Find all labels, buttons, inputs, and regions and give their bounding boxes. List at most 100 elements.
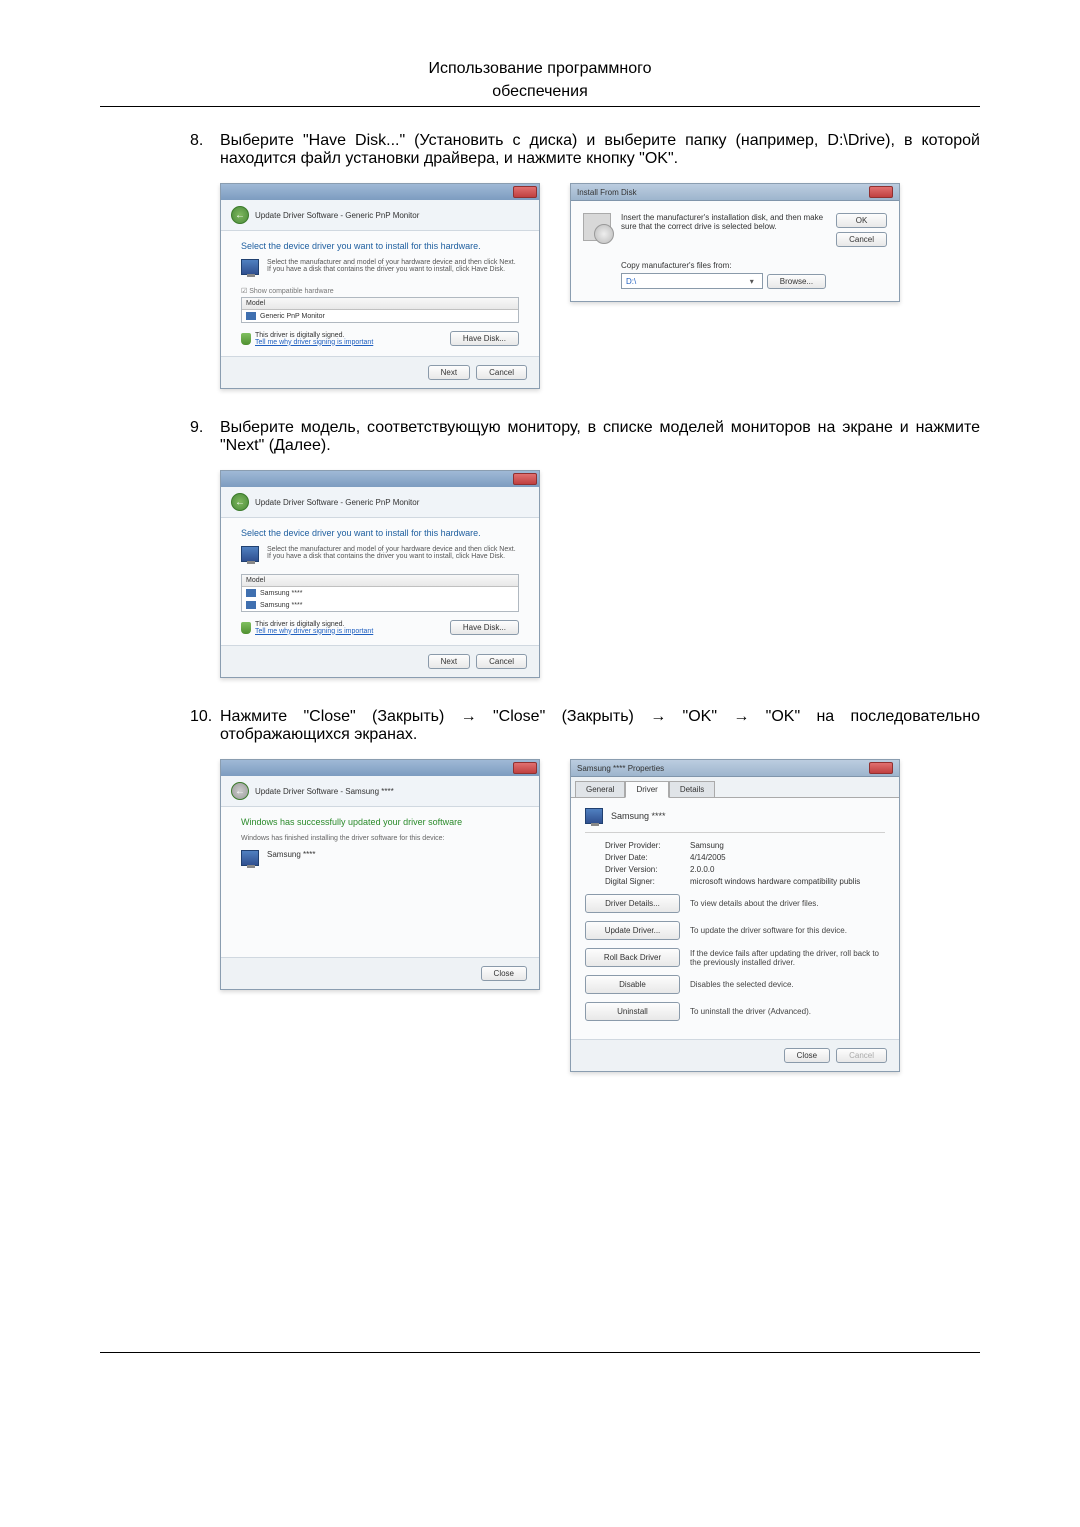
monitor-icon [241, 850, 259, 866]
breadcrumb-bar: ← Update Driver Software - Generic PnP M… [221, 200, 539, 231]
next-button[interactable]: Next [428, 654, 470, 669]
footer-divider [100, 1352, 980, 1353]
install-message: Insert the manufacturer's installation d… [621, 213, 826, 231]
ok-button[interactable]: OK [836, 213, 887, 228]
breadcrumb-bar: ← Update Driver Software - Samsung **** [221, 776, 539, 807]
step-number: 10. [190, 708, 220, 744]
success-heading: Windows has successfully updated your dr… [241, 817, 519, 827]
step-number: 8. [190, 132, 220, 168]
details-desc: To view details about the driver files. [690, 899, 885, 908]
signing-link[interactable]: Tell me why driver signing is important [255, 339, 373, 346]
device-name: Samsung **** [267, 850, 315, 866]
close-icon[interactable] [513, 762, 537, 774]
breadcrumb-bar: ← Update Driver Software - Generic PnP M… [221, 487, 539, 518]
page-title-1: Использование программного [100, 60, 980, 78]
provider-label: Driver Provider: [605, 841, 690, 850]
close-icon[interactable] [869, 762, 893, 774]
copy-label: Copy manufacturer's files from: [621, 261, 826, 270]
back-button[interactable]: ← [231, 493, 249, 511]
have-disk-button[interactable]: Have Disk... [450, 331, 519, 346]
cancel-button[interactable]: Cancel [476, 365, 527, 380]
titlebar [221, 471, 539, 487]
success-sub: Windows has finished installing the driv… [241, 835, 519, 842]
success-dialog: ← Update Driver Software - Samsung **** … [220, 759, 540, 990]
model-list[interactable]: Model Generic PnP Monitor [241, 297, 519, 323]
install-from-disk-dialog: Install From Disk Insert the manufacture… [570, 183, 900, 302]
model-list[interactable]: Model Samsung **** Samsung **** [241, 574, 519, 612]
chevron-down-icon[interactable]: ▾ [746, 277, 758, 286]
list-item[interactable]: Samsung **** [242, 587, 518, 599]
signer-value: microsoft windows hardware compatibility… [690, 877, 860, 886]
properties-dialog: Samsung **** Properties General Driver D… [570, 759, 900, 1072]
model-header: Model [242, 298, 518, 310]
breadcrumb-text: Update Driver Software - Generic PnP Mon… [255, 498, 419, 507]
version-label: Driver Version: [605, 865, 690, 874]
model-header: Model [242, 575, 518, 587]
model-select-dialog: ← Update Driver Software - Generic PnP M… [220, 470, 540, 678]
close-icon[interactable] [513, 473, 537, 485]
page-title-2: обеспечения [100, 83, 980, 101]
rollback-button[interactable]: Roll Back Driver [585, 948, 680, 967]
step-8: 8. Выберите "Have Disk..." (Установить с… [100, 132, 980, 168]
uninstall-button[interactable]: Uninstall [585, 1002, 680, 1021]
next-button[interactable]: Next [428, 365, 470, 380]
tab-driver[interactable]: Driver [625, 781, 668, 798]
step-text: Выберите "Have Disk..." (Установить с ди… [220, 132, 980, 168]
tab-details[interactable]: Details [669, 781, 715, 797]
cancel-button: Cancel [836, 1048, 887, 1063]
close-icon[interactable] [869, 186, 893, 198]
uninstall-desc: To uninstall the driver (Advanced). [690, 1007, 885, 1016]
version-value: 2.0.0.0 [690, 865, 714, 874]
list-item[interactable]: Generic PnP Monitor [242, 310, 518, 322]
back-button: ← [231, 782, 249, 800]
compat-checkbox[interactable]: ☑ Show compatible hardware [241, 287, 519, 295]
signed-text: This driver is digitally signed. [255, 621, 373, 628]
dialog-heading: Select the device driver you want to ins… [241, 241, 519, 251]
date-label: Driver Date: [605, 853, 690, 862]
signer-label: Digital Signer: [605, 877, 690, 886]
device-name: Samsung **** [611, 811, 666, 821]
step-text: Выберите модель, соответствующую монитор… [220, 419, 980, 455]
shield-icon [241, 622, 251, 634]
breadcrumb-text: Update Driver Software - Generic PnP Mon… [255, 211, 419, 220]
rollback-desc: If the device fails after updating the d… [690, 949, 885, 967]
disable-desc: Disables the selected device. [690, 980, 885, 989]
header-divider [100, 106, 980, 107]
close-button[interactable]: Close [784, 1048, 830, 1063]
step-number: 9. [190, 419, 220, 455]
provider-value: Samsung [690, 841, 724, 850]
tab-general[interactable]: General [575, 781, 625, 797]
driver-details-button[interactable]: Driver Details... [585, 894, 680, 913]
update-driver-button[interactable]: Update Driver... [585, 921, 680, 940]
step-text: Нажмите "Close" (Закрыть) → "Close" (Зак… [220, 708, 980, 744]
path-combobox[interactable]: D:\ ▾ [621, 273, 763, 289]
update-desc: To update the driver software for this d… [690, 926, 885, 935]
back-button[interactable]: ← [231, 206, 249, 224]
step-10: 10. Нажмите "Close" (Закрыть) → "Close" … [100, 708, 980, 744]
titlebar: Samsung **** Properties [571, 760, 899, 777]
monitor-icon [246, 312, 256, 320]
cancel-button[interactable]: Cancel [836, 232, 887, 247]
date-value: 4/14/2005 [690, 853, 726, 862]
disable-button[interactable]: Disable [585, 975, 680, 994]
browse-button[interactable]: Browse... [767, 274, 826, 289]
breadcrumb-text: Update Driver Software - Samsung **** [255, 787, 394, 796]
dialog-info: Select the manufacturer and model of you… [267, 546, 519, 562]
titlebar [221, 760, 539, 776]
monitor-icon [241, 546, 259, 562]
monitor-icon [241, 259, 259, 275]
close-icon[interactable] [513, 186, 537, 198]
monitor-icon [585, 808, 603, 824]
signing-link[interactable]: Tell me why driver signing is important [255, 628, 373, 635]
titlebar: Install From Disk [571, 184, 899, 201]
list-item[interactable]: Samsung **** [242, 599, 518, 611]
cancel-button[interactable]: Cancel [476, 654, 527, 669]
disk-icon [583, 213, 611, 241]
dialog-info: Select the manufacturer and model of you… [267, 259, 519, 275]
step-9: 9. Выберите модель, соответствующую мони… [100, 419, 980, 455]
shield-icon [241, 333, 251, 345]
monitor-icon [246, 601, 256, 609]
tabs: General Driver Details [571, 777, 899, 797]
close-button[interactable]: Close [481, 966, 527, 981]
have-disk-button[interactable]: Have Disk... [450, 620, 519, 635]
